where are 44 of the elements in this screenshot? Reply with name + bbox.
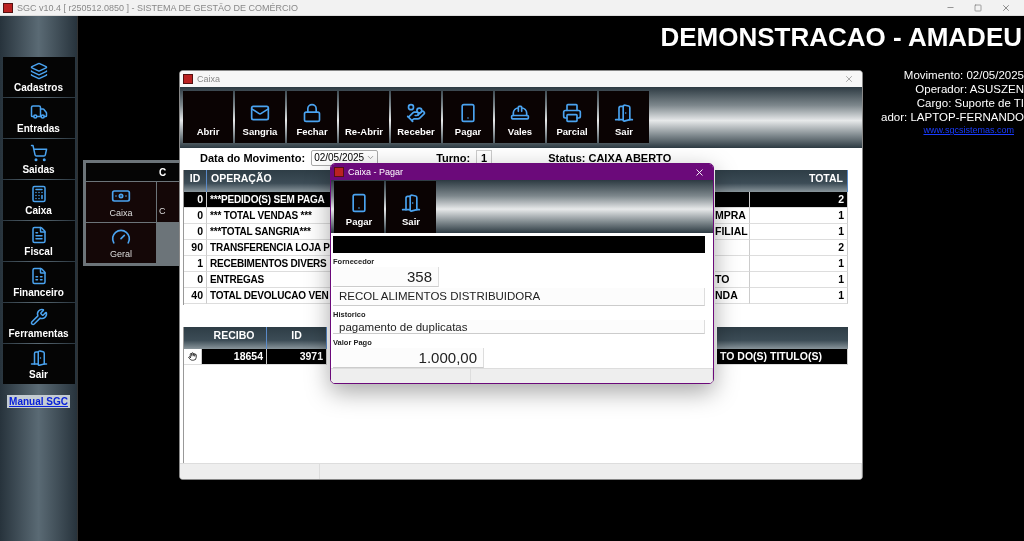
toolbar-button[interactable]: Sair xyxy=(386,180,436,233)
column-header: OPERAÇÃO xyxy=(207,169,332,192)
sidebar-item[interactable]: Cadastros xyxy=(2,57,75,97)
field-label: Turno: xyxy=(436,151,471,164)
toolbar-button[interactable]: Receber xyxy=(391,91,441,144)
sidebar-item[interactable]: Ferramentas xyxy=(2,303,75,343)
sidebar-item[interactable]: Sair xyxy=(2,344,75,384)
toolbar-button[interactable]: Sangria xyxy=(235,91,285,144)
toolbar-button[interactable]: Sair xyxy=(599,91,649,144)
supplier-code-field[interactable]: 358 xyxy=(333,267,439,287)
sidebar-item[interactable]: Financeiro xyxy=(2,262,75,302)
status-text: Status: CAIXA ABERTO xyxy=(548,151,672,164)
session-info: ador: LAPTOP-FERNANDO xyxy=(881,111,1024,123)
toolbar-button[interactable]: Re-Abrir xyxy=(339,91,389,144)
toolbar-button[interactable]: Abrir xyxy=(183,91,233,144)
history-field[interactable]: pagamento de duplicatas xyxy=(333,319,705,335)
column-header: ID xyxy=(184,169,207,192)
sidebar-item[interactable]: Saidas xyxy=(2,139,75,179)
company-title: DEMONSTRACAO - AMADEU xyxy=(660,22,1022,53)
field-label: Data do Movimento: xyxy=(200,151,306,164)
sidebar-item[interactable]: Fiscal xyxy=(2,221,75,261)
dialog-title: Caixa - Pagar xyxy=(348,167,405,178)
manual-link[interactable]: Manual SGC xyxy=(7,395,70,408)
toolbar-button[interactable]: Vales xyxy=(495,91,545,144)
window-title: Caixa xyxy=(197,73,221,84)
toolbar-button[interactable]: Pagar xyxy=(443,91,493,144)
session-info: Movimento: 02/05/2025 xyxy=(903,69,1024,81)
session-info: Operador: ASUSZEN xyxy=(915,83,1024,95)
sidebar-item[interactable]: Caixa xyxy=(2,180,75,220)
supplier-name-field[interactable]: RECOL ALIMENTOS DISTRIBUIDORA xyxy=(333,287,705,306)
submenu-item[interactable]: C xyxy=(157,182,179,222)
submenu-item[interactable]: Geral xyxy=(86,223,156,263)
sidebar-item[interactable]: Entradas xyxy=(2,98,75,138)
column-header: TOTAL xyxy=(750,169,848,192)
toolbar-button[interactable]: Pagar xyxy=(334,180,384,233)
window-title: SGC v10.4 [ r250512.0850 ] - SISTEMA DE GESTÃO DE COMÉRCIO xyxy=(17,2,300,13)
amount-field[interactable]: 1.000,00 xyxy=(333,348,484,368)
submenu-item[interactable]: Caixa xyxy=(86,182,156,222)
toolbar-button[interactable]: Fechar xyxy=(287,91,337,144)
submenu-title: C xyxy=(86,163,179,181)
toolbar-button[interactable]: Parcial xyxy=(547,91,597,144)
column-header: ID xyxy=(267,326,327,349)
column-header: RECIBO xyxy=(202,326,267,349)
session-info: Cargo: Suporte de TI xyxy=(916,97,1024,109)
